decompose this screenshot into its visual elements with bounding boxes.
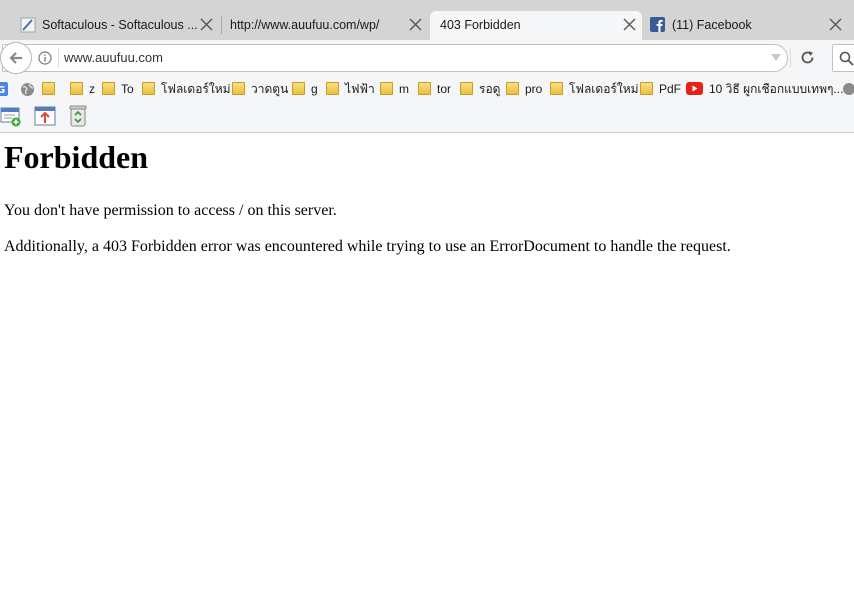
facebook-icon — [650, 17, 665, 32]
bookmark-globe[interactable] — [20, 78, 35, 100]
tab-403-forbidden[interactable]: 403 Forbidden — [430, 11, 642, 40]
tab-title: 403 Forbidden — [440, 18, 521, 32]
bookmark-folder-g[interactable]: g — [292, 78, 318, 100]
tab-auufuu-wp[interactable]: http://www.auufuu.com/wp/ — [224, 11, 428, 40]
bookmark-label: รอดู — [479, 82, 501, 96]
folder-icon — [102, 82, 115, 95]
close-tab-icon[interactable] — [829, 18, 842, 31]
bookmark-label: ไฟฟ้า — [345, 82, 375, 96]
bookmark-folder-m[interactable]: m — [380, 78, 409, 100]
error-detail: Additionally, a 403 Forbidden error was … — [4, 238, 731, 255]
softaculous-favicon-icon — [20, 17, 36, 33]
bookmark-label: วาดตูน — [251, 82, 289, 96]
recycle-bin-icon[interactable] — [68, 104, 88, 128]
search-box[interactable] — [832, 44, 854, 72]
bookmark-overflow[interactable] — [842, 78, 854, 100]
bookmark-folder-new-2[interactable]: โฟลเดอร์ใหม่ — [550, 78, 639, 100]
bookmark-label: PdF — [659, 82, 682, 96]
new-window-icon[interactable] — [0, 105, 22, 127]
dropdown-arrow-icon[interactable] — [771, 54, 781, 62]
bookmark-label: m — [399, 82, 409, 96]
svg-text:G: G — [0, 85, 5, 96]
bookmark-folder[interactable] — [42, 78, 55, 100]
bookmark-youtube-video[interactable]: 10 วิธี ผูกเชือกแบบเทพๆ... — [686, 78, 843, 100]
folder-icon — [232, 82, 245, 95]
close-tab-icon[interactable] — [200, 18, 213, 31]
tab-separator — [221, 16, 222, 34]
close-tab-icon[interactable] — [623, 18, 636, 31]
bookmark-label: โฟลเดอร์ใหม่ — [569, 82, 639, 96]
bookmark-folder-tor[interactable]: tor — [418, 78, 451, 100]
bookmark-folder-z[interactable]: z — [70, 78, 95, 100]
tab-title: Softaculous - Softaculous ... — [42, 18, 198, 32]
folder-icon — [550, 82, 563, 95]
tab-facebook[interactable]: (11) Facebook — [644, 11, 848, 40]
youtube-icon — [686, 82, 703, 95]
bookmarks-toolbar: G z To โฟลเดอร์ใหม่ วาดตูน g ไฟฟ้า m tor… — [0, 78, 854, 100]
bookmark-label: tor — [437, 82, 452, 96]
tab-title: (11) Facebook — [672, 18, 752, 32]
bookmark-label: z — [89, 82, 95, 96]
bookmark-label: g — [311, 82, 318, 96]
folder-icon — [292, 82, 305, 95]
folder-icon — [42, 82, 55, 95]
page-heading: Forbidden — [4, 139, 149, 175]
url-divider — [790, 48, 791, 68]
close-tab-icon[interactable] — [409, 18, 422, 31]
bookmark-label: pro — [525, 82, 543, 96]
bookmark-label: To — [121, 82, 134, 96]
tab-title: http://www.auufuu.com/wp/ — [230, 18, 380, 32]
folder-icon — [460, 82, 473, 95]
folder-icon — [506, 82, 519, 95]
bookmark-folder-pro[interactable]: pro — [506, 78, 542, 100]
bookmark-folder-pdf[interactable]: PdF — [640, 78, 681, 100]
folder-icon — [70, 82, 83, 95]
site-info-icon[interactable] — [38, 51, 52, 65]
bookmark-folder-cartoon[interactable]: วาดตูน — [232, 78, 288, 100]
google-icon: G — [0, 82, 8, 96]
back-button[interactable] — [0, 42, 32, 74]
upload-page-icon[interactable] — [34, 105, 56, 127]
tab-softaculous[interactable]: Softaculous - Softaculous ... — [6, 11, 219, 40]
reload-icon — [801, 51, 814, 64]
folder-icon — [418, 82, 431, 95]
url-text[interactable]: www.auufuu.com — [64, 50, 163, 65]
reload-button[interactable] — [794, 44, 822, 72]
url-divider — [58, 48, 59, 68]
extensions-toolbar — [0, 104, 120, 128]
folder-icon — [640, 82, 653, 95]
error-message: You don't have permission to access / on… — [4, 202, 337, 219]
page-content: Forbidden You don't have permission to a… — [0, 133, 854, 608]
bookmark-folder-to[interactable]: To — [102, 78, 134, 100]
folder-icon — [142, 82, 155, 95]
folder-icon — [326, 82, 339, 95]
bookmark-folder-electric[interactable]: ไฟฟ้า — [326, 78, 375, 100]
browser-chrome: Softaculous - Softaculous ... http://www… — [0, 0, 854, 133]
folder-icon — [380, 82, 393, 95]
search-icon — [839, 51, 854, 66]
globe-icon — [843, 83, 854, 95]
bookmark-folder-new[interactable]: โฟลเดอร์ใหม่ — [142, 78, 231, 100]
bookmark-label: 10 วิธี ผูกเชือกแบบเทพๆ... — [709, 82, 844, 96]
tab-strip: Softaculous - Softaculous ... http://www… — [0, 0, 854, 40]
back-arrow-icon — [9, 52, 22, 64]
bookmark-label: โฟลเดอร์ใหม่ — [161, 82, 231, 96]
bookmark-google[interactable]: G — [0, 78, 8, 100]
bookmark-folder-watch[interactable]: รอดู — [460, 78, 500, 100]
globe-icon — [21, 83, 34, 96]
